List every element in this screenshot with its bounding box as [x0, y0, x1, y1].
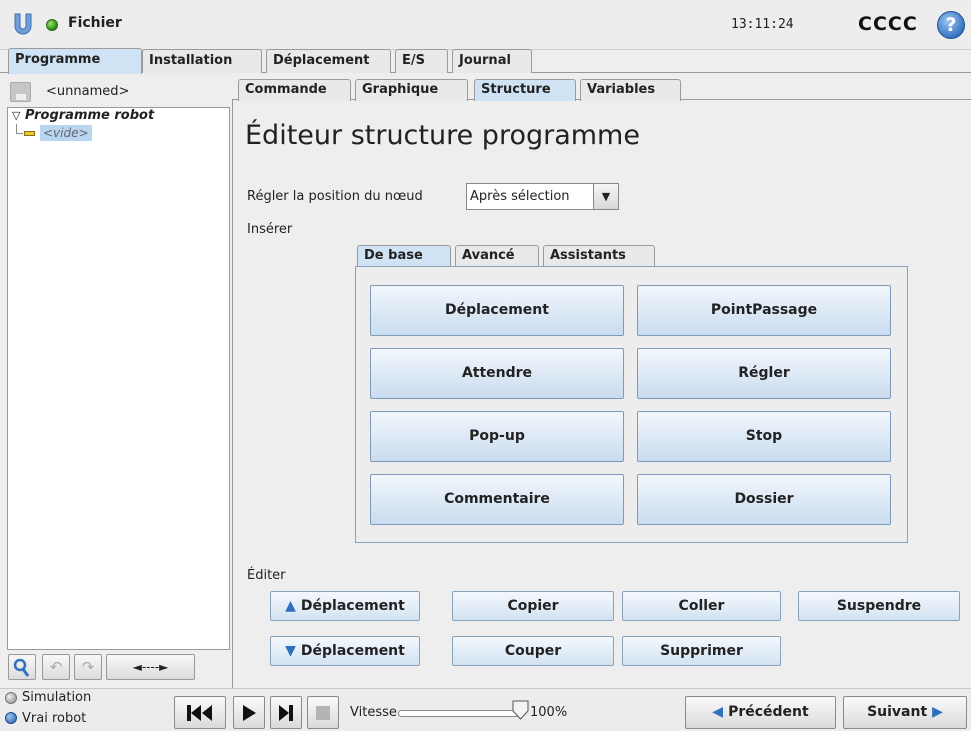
- subtab-graphique[interactable]: Graphique: [355, 79, 468, 101]
- delete-button[interactable]: Supprimer: [622, 636, 781, 666]
- program-name: <unnamed>: [46, 84, 130, 99]
- simulation-radio[interactable]: [5, 692, 17, 704]
- next-label: Suivant: [867, 704, 928, 720]
- stop-button[interactable]: [307, 696, 339, 729]
- speed-label: Vitesse: [350, 705, 397, 720]
- subtab-structure[interactable]: Structure: [474, 79, 576, 101]
- real-robot-radio[interactable]: [5, 712, 17, 724]
- tab-es[interactable]: E/S: [395, 49, 448, 73]
- arrow-down-icon: ▼: [285, 643, 296, 659]
- speed-value: 100%: [530, 705, 568, 720]
- search-icon[interactable]: [8, 654, 36, 680]
- undo-icon[interactable]: ↶: [42, 654, 70, 680]
- cut-button[interactable]: Couper: [452, 636, 614, 666]
- real-robot-label[interactable]: Vrai robot: [22, 711, 86, 726]
- tree-node-empty[interactable]: <vide>: [40, 125, 92, 141]
- chevron-down-icon[interactable]: ▼: [593, 184, 618, 209]
- insert-set-button[interactable]: Régler: [637, 348, 891, 399]
- speed-slider[interactable]: [398, 710, 520, 717]
- move-down-button[interactable]: ▼ Déplacement: [270, 636, 420, 666]
- expand-collapse-icon[interactable]: ◄----►: [106, 654, 195, 680]
- previous-label: Précédent: [728, 704, 809, 720]
- move-down-label: Déplacement: [300, 643, 405, 659]
- arrow-right-icon: ▶: [932, 704, 943, 720]
- step-button[interactable]: [270, 696, 302, 729]
- tab-deplacement[interactable]: Déplacement: [266, 49, 391, 73]
- empty-node-icon: [24, 131, 35, 136]
- node-position-value[interactable]: Après sélection: [470, 189, 570, 204]
- suspend-button[interactable]: Suspendre: [798, 591, 960, 621]
- file-menu[interactable]: Fichier: [68, 15, 122, 31]
- insert-wait-button[interactable]: Attendre: [370, 348, 624, 399]
- save-icon[interactable]: [10, 82, 31, 102]
- move-up-button[interactable]: ▲ Déplacement: [270, 591, 420, 621]
- robot-name: CCCC: [858, 13, 918, 35]
- tab-assistants[interactable]: Assistants: [543, 245, 655, 267]
- simulation-label[interactable]: Simulation: [22, 690, 91, 705]
- tab-journal[interactable]: Journal: [452, 49, 532, 73]
- edit-label: Éditer: [247, 568, 286, 583]
- program-tree[interactable]: [7, 107, 230, 650]
- insert-stop-button[interactable]: Stop: [637, 411, 891, 462]
- tab-installation[interactable]: Installation: [142, 49, 262, 73]
- redo-icon[interactable]: ↷: [74, 654, 102, 680]
- copy-button[interactable]: Copier: [452, 591, 614, 621]
- arrow-up-icon: ▲: [285, 598, 296, 614]
- play-button[interactable]: [233, 696, 265, 729]
- tree-root-label[interactable]: Programme robot: [25, 108, 154, 123]
- skip-to-start-button[interactable]: [174, 696, 226, 729]
- status-indicator-icon: [46, 19, 58, 31]
- next-button[interactable]: Suivant ▶: [843, 696, 967, 729]
- tab-programme[interactable]: Programme: [8, 48, 142, 74]
- subtab-variables[interactable]: Variables: [580, 79, 681, 101]
- arrow-left-icon: ◀: [712, 704, 724, 720]
- tab-avance[interactable]: Avancé: [455, 245, 539, 267]
- collapse-arrow-icon[interactable]: ▽: [12, 109, 20, 122]
- tree-connector: [16, 124, 23, 134]
- paste-button[interactable]: Coller: [622, 591, 781, 621]
- insert-move-button[interactable]: Déplacement: [370, 285, 624, 336]
- top-bar: [0, 0, 971, 50]
- insert-label: Insérer: [247, 222, 293, 237]
- subtab-commande[interactable]: Commande: [238, 79, 351, 101]
- page-title: Éditeur structure programme: [245, 120, 640, 151]
- insert-folder-button[interactable]: Dossier: [637, 474, 891, 525]
- insert-waypoint-button[interactable]: PointPassage: [637, 285, 891, 336]
- tab-de-base[interactable]: De base: [357, 245, 451, 267]
- clock: 13:11:24: [731, 17, 794, 32]
- move-up-label: Déplacement: [300, 598, 405, 614]
- ur-logo-icon: [14, 13, 32, 35]
- insert-comment-button[interactable]: Commentaire: [370, 474, 624, 525]
- insert-popup-button[interactable]: Pop-up: [370, 411, 624, 462]
- node-position-label: Régler la position du nœud: [247, 189, 423, 204]
- speed-slider-handle[interactable]: [512, 700, 529, 720]
- help-icon[interactable]: ?: [937, 11, 965, 39]
- previous-button[interactable]: ◀ Précédent: [685, 696, 836, 729]
